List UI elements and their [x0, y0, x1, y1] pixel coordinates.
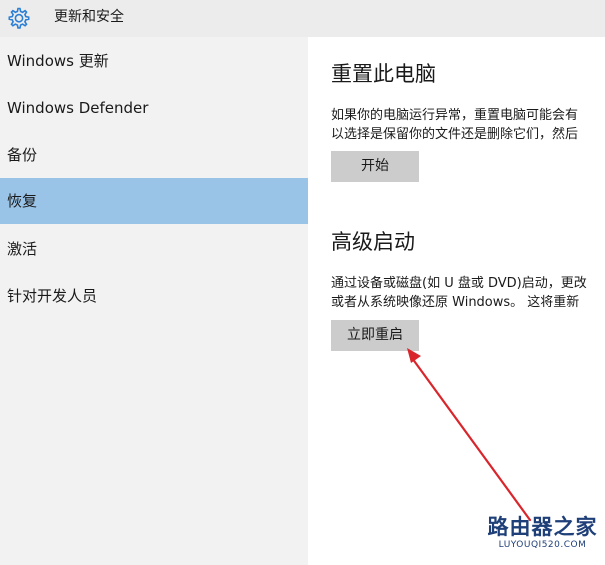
- sidebar-item-label: Windows 更新: [7, 52, 109, 70]
- reset-pc-description-line2: 以选择是保留你的文件还是删除它们，然后: [331, 127, 579, 142]
- sidebar-item-backup[interactable]: 备份: [0, 132, 308, 178]
- sidebar-item-windows-update[interactable]: Windows 更新: [0, 38, 308, 84]
- sidebar-item-label: Windows Defender: [7, 99, 149, 117]
- watermark-url: LUYOUQI520.COM: [498, 540, 587, 550]
- advanced-startup-description-line2: 或者从系统映像还原 Windows。 这将重新: [331, 295, 580, 310]
- title-bar: 更新和安全: [0, 0, 605, 37]
- reset-pc-description-line1: 如果你的电脑运行异常，重置电脑可能会有: [331, 108, 579, 123]
- sidebar-item-for-developers[interactable]: 针对开发人员: [0, 273, 308, 319]
- window-title: 更新和安全: [54, 9, 124, 25]
- gear-icon: [8, 7, 30, 29]
- sidebar-item-label: 针对开发人员: [7, 287, 98, 305]
- reset-pc-heading: 重置此电脑: [331, 62, 436, 86]
- sidebar-item-recovery[interactable]: 恢复: [0, 178, 308, 224]
- advanced-startup-heading: 高级启动: [331, 230, 415, 254]
- watermark-logo: 路由器之家 LUYOUQI520.COM: [480, 515, 605, 551]
- sidebar-item-label: 激活: [7, 240, 38, 258]
- sidebar-item-label: 恢复: [7, 192, 38, 210]
- sidebar: Windows 更新 Windows Defender 备份 恢复 激活 针对开…: [0, 37, 308, 565]
- main-content: 重置此电脑 如果你的电脑运行异常，重置电脑可能会有 以选择是保留你的文件还是删除…: [308, 37, 605, 565]
- reset-start-button[interactable]: 开始: [331, 151, 419, 182]
- watermark-title: 路由器之家: [487, 515, 598, 539]
- sidebar-item-activation[interactable]: 激活: [0, 226, 308, 272]
- advanced-startup-description-line1: 通过设备或磁盘(如 U 盘或 DVD)启动，更改: [331, 276, 587, 291]
- restart-now-button[interactable]: 立即重启: [331, 320, 419, 351]
- sidebar-item-label: 备份: [7, 146, 38, 164]
- sidebar-item-windows-defender[interactable]: Windows Defender: [0, 85, 308, 131]
